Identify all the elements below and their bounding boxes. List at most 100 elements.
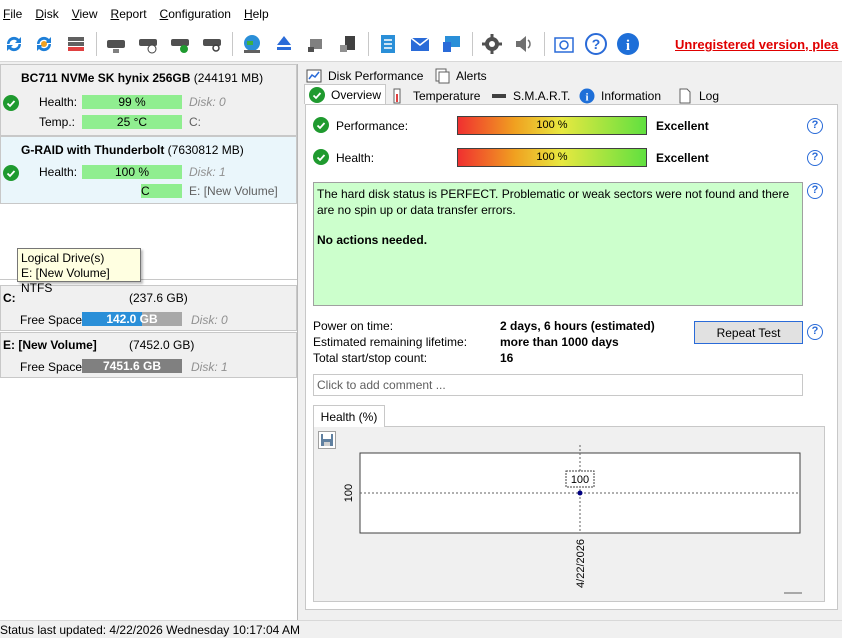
menu-report[interactable]: Report — [108, 0, 157, 28]
disk-title: G-RAID with Thunderbolt (7630812 MB) — [21, 143, 244, 157]
chart-icon — [306, 68, 322, 84]
disk-card-1[interactable]: G-RAID with Thunderbolt (7630812 MB) Hea… — [0, 136, 297, 204]
help-icon[interactable]: ? — [807, 183, 823, 199]
performance-bar: 100 % — [457, 116, 647, 135]
drive-letter: C: — [189, 115, 201, 129]
menu-configuration[interactable]: Configuration — [157, 0, 241, 28]
check-icon — [309, 86, 325, 103]
globe-icon[interactable] — [239, 31, 265, 57]
usb-disk-icon[interactable] — [335, 31, 361, 57]
alerts-icon — [434, 68, 450, 84]
x-tick-label: 4/22/2026 — [575, 539, 587, 588]
overview-content: Performance: 100 % Excellent ? Health: 1… — [305, 104, 838, 610]
disk-tool-icon[interactable] — [103, 31, 129, 57]
health-bar: 99 % — [82, 95, 182, 109]
gear-icon[interactable] — [479, 31, 505, 57]
free-space-bar: 7451.6 GB — [82, 359, 182, 373]
disk-number: Disk: 0 — [191, 313, 228, 327]
unregistered-link[interactable]: Unregistered version, plea — [675, 37, 838, 52]
log-icon — [677, 88, 693, 104]
tab-alerts[interactable]: Alerts — [434, 66, 487, 86]
startstop-label: Total start/stop count: — [313, 351, 428, 365]
health-chart: 100 4/22/2026 100 — [343, 445, 802, 594]
disk-search-icon[interactable] — [199, 31, 225, 57]
check-icon — [3, 165, 19, 181]
check-icon — [3, 95, 19, 111]
startstop-value: 16 — [500, 351, 514, 365]
repeat-test-button[interactable]: Repeat Test — [694, 321, 803, 344]
menu-view[interactable]: View — [69, 0, 108, 28]
health-label: Health: — [39, 95, 78, 109]
info-icon: i — [579, 88, 595, 104]
check-icon — [313, 117, 329, 133]
thermometer-icon — [391, 88, 407, 104]
check-icon — [313, 149, 329, 165]
logical-drive-tooltip: Logical Drive(s) E: [New Volume] NTFS — [17, 248, 141, 295]
tab-health-chart[interactable]: Health (%) — [313, 405, 385, 427]
remote-icon[interactable] — [439, 31, 465, 57]
y-tick-label: 100 — [343, 484, 355, 502]
point-label: 100 — [571, 474, 589, 486]
tab-disk-performance[interactable]: Disk Performance — [306, 66, 423, 86]
volume-name: E: [New Volume] — [3, 338, 97, 352]
tab-information[interactable]: i Information — [579, 86, 661, 106]
health-bar: 100 % — [457, 148, 647, 167]
disk-number: Disk: 1 — [189, 165, 226, 179]
comment-field[interactable]: Click to add comment ... — [313, 374, 803, 396]
help-icon[interactable]: ? — [583, 31, 609, 57]
power-on-value: 2 days, 6 hours (estimated) — [500, 319, 655, 333]
svg-text:?: ? — [592, 36, 601, 52]
menu-bar: File Disk View Report Configuration Help — [0, 0, 842, 28]
disk-check-icon[interactable] — [167, 31, 193, 57]
status-description: The hard disk status is PERFECT. Problem… — [313, 182, 803, 306]
smart-icon — [491, 88, 507, 104]
tab-log[interactable]: Log — [677, 86, 719, 106]
menu-help[interactable]: Help — [241, 0, 279, 28]
temp-bar: 25 °C — [82, 115, 182, 129]
screenshot-icon[interactable] — [551, 31, 577, 57]
volume-card-e[interactable]: E: [New Volume] (7452.0 GB) Free Space 7… — [0, 332, 297, 378]
volume-name: C: — [3, 291, 16, 305]
free-space-label: Free Space — [20, 313, 83, 327]
disk-number: Disk: 1 — [191, 360, 228, 374]
tab-temperature[interactable]: Temperature — [391, 86, 480, 106]
health-label: Health: — [39, 165, 78, 179]
free-space-bar: 142.0 GB — [82, 312, 182, 326]
svg-text:i: i — [585, 92, 588, 104]
menu-disk[interactable]: Disk — [32, 0, 68, 28]
refresh-icon[interactable] — [1, 31, 27, 57]
refresh-all-icon[interactable] — [31, 31, 57, 57]
menu-file[interactable]: File — [0, 0, 32, 28]
help-icon[interactable]: ? — [807, 324, 823, 340]
volume-size: (7452.0 GB) — [129, 338, 195, 352]
lifetime-label: Estimated remaining lifetime: — [313, 335, 468, 349]
drive-letter: E: [New Volume] — [189, 184, 278, 198]
health-label: Health: — [336, 151, 375, 165]
mail-icon[interactable] — [407, 31, 433, 57]
power-on-label: Power on time: — [313, 319, 394, 333]
info-icon[interactable]: i — [615, 31, 641, 57]
performance-label: Performance: — [336, 119, 409, 133]
disk-number: Disk: 0 — [189, 95, 226, 109]
status-bar: Status last updated: 4/22/2026 Wednesday… — [0, 620, 842, 638]
help-icon[interactable]: ? — [807, 150, 823, 166]
performance-rating: Excellent — [656, 119, 709, 133]
disk-card-0[interactable]: BC711 NVMe SK hynix 256GB (244191 MB) He… — [0, 64, 297, 136]
speaker-icon[interactable] — [511, 31, 537, 57]
tab-overview[interactable]: Overview — [304, 84, 386, 104]
health-rating: Excellent — [656, 151, 709, 165]
temp-bar: C — [141, 184, 182, 198]
help-icon[interactable]: ? — [807, 118, 823, 134]
data-point — [577, 490, 583, 496]
disk-list-panel: BC711 NVMe SK hynix 256GB (244191 MB) He… — [0, 64, 298, 620]
disk-list-icon[interactable] — [63, 31, 89, 57]
free-space-label: Free Space — [20, 360, 83, 374]
notes-icon[interactable] — [375, 31, 401, 57]
details-panel: Disk Performance Alerts Overview Tempera… — [300, 64, 840, 620]
disk-schedule-icon[interactable] — [135, 31, 161, 57]
network-disk-icon[interactable] — [303, 31, 329, 57]
eject-icon[interactable] — [271, 31, 297, 57]
tab-smart[interactable]: S.M.A.R.T. — [491, 86, 570, 106]
health-chart-frame: 100 4/22/2026 100 — [313, 426, 825, 602]
health-bar: 100 % — [82, 165, 182, 179]
